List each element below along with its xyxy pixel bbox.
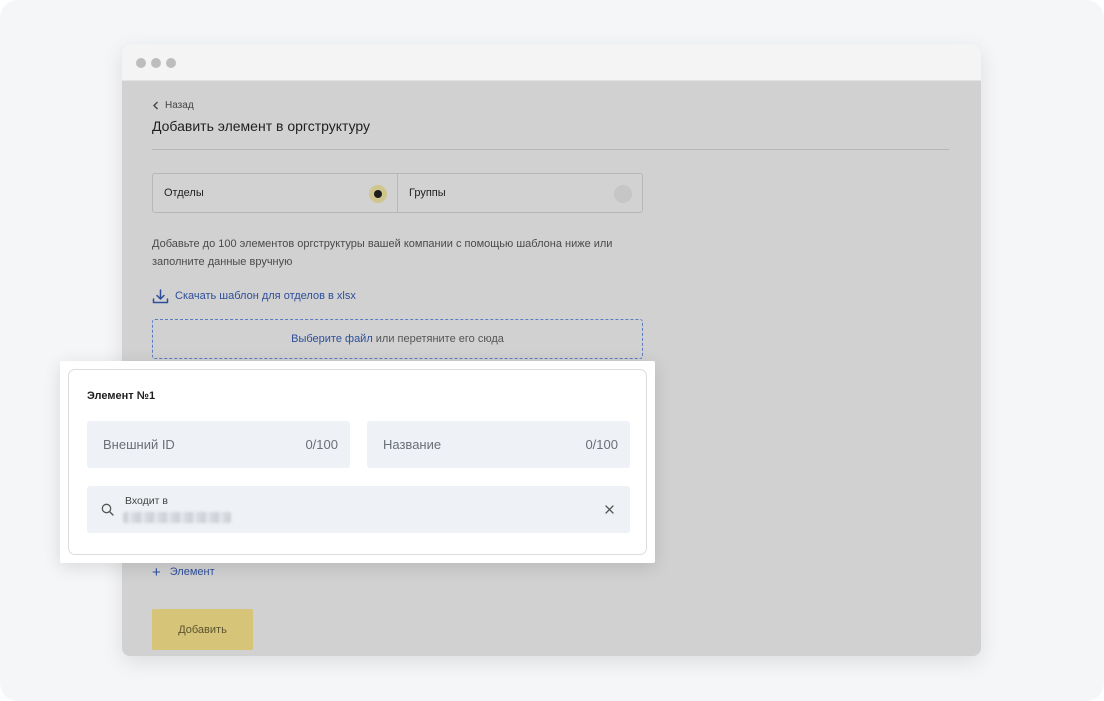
tab-groups-label: Группы [409,187,446,199]
radio-selected-icon [369,185,387,203]
parent-field-label: Входит в [125,495,168,507]
title-divider [152,149,949,150]
add-element-button[interactable]: + Элемент [152,564,215,580]
dropzone-hint: или перетяните его сюда [375,333,504,345]
window-dot-close[interactable] [136,58,146,68]
submit-button[interactable]: Добавить [152,609,253,650]
page-title: Добавить элемент в оргструктуру [152,118,371,134]
choose-file-link[interactable]: Выберите файл [291,333,373,345]
download-template-label: Скачать шаблон для отделов в xlsx [175,290,356,302]
radio-unselected-icon [614,185,632,203]
type-switch: Отделы Группы [152,173,643,213]
external-id-input[interactable] [101,436,306,453]
download-template-link[interactable]: Скачать шаблон для отделов в xlsx [152,288,356,304]
browser-window: Назад Добавить элемент в оргструктуру От… [122,44,981,656]
window-dot-maximize[interactable] [166,58,176,68]
tab-groups[interactable]: Группы [397,174,642,212]
parent-value-redacted [123,512,231,523]
element-card-title: Элемент №1 [87,390,156,402]
file-dropzone[interactable]: Выберите файл или перетяните его сюда [152,319,643,359]
tab-departments[interactable]: Отделы [153,174,397,212]
add-element-label: Элемент [169,566,215,578]
close-icon[interactable] [605,505,614,514]
search-icon [101,503,114,516]
screenshot-stage: Назад Добавить элемент в оргструктуру От… [0,0,1104,701]
back-link-label: Назад [165,99,194,111]
back-link[interactable]: Назад [152,98,194,112]
parent-select-field[interactable]: Входит в [87,486,630,533]
window-dot-minimize[interactable] [151,58,161,68]
name-input[interactable] [381,436,586,453]
plus-icon: + [152,563,161,581]
external-id-counter: 0/100 [305,437,338,452]
element-card-popup: Элемент №1 0/100 0/100 Входит в [60,361,655,563]
name-counter: 0/100 [585,437,618,452]
element-card: Элемент №1 0/100 0/100 Входит в [68,369,647,555]
chevron-left-icon [153,101,158,109]
window-titlebar [122,44,981,81]
tab-departments-label: Отделы [164,187,204,199]
download-icon [152,288,169,303]
name-field[interactable]: 0/100 [367,421,630,468]
template-description: Добавьте до 100 элементов оргструктуры в… [152,238,613,268]
external-id-field[interactable]: 0/100 [87,421,350,468]
